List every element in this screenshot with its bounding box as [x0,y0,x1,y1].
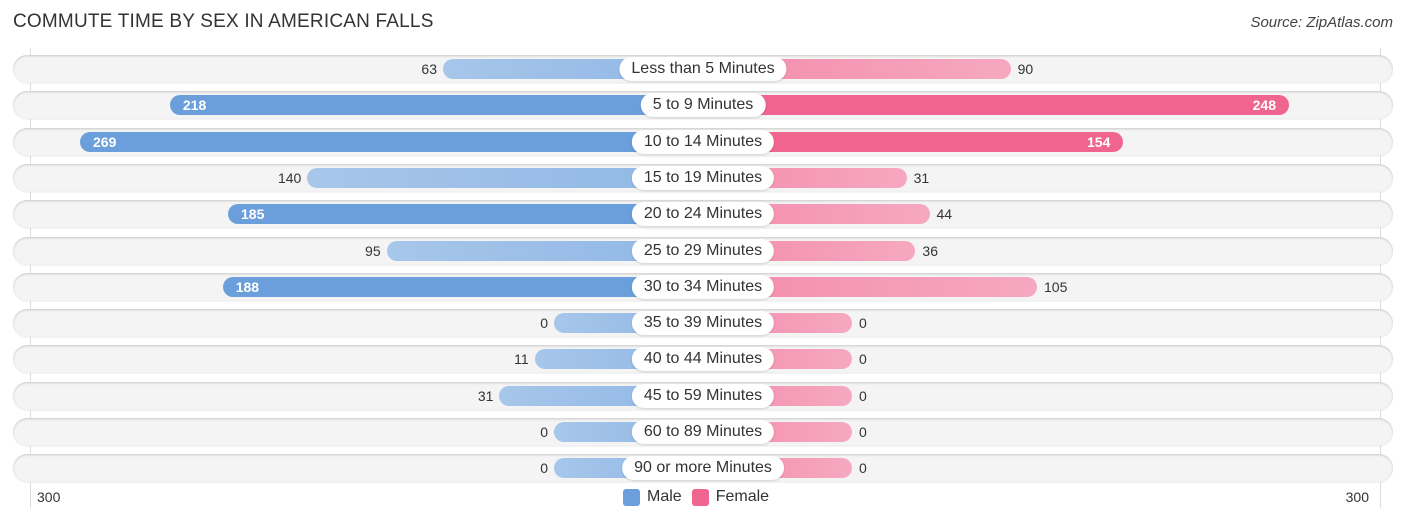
male-swatch [623,488,640,506]
female-value: 44 [936,206,953,223]
male-value: 0 [540,424,548,440]
male-value: 31 [477,387,494,404]
male-value: 11 [514,351,529,368]
female-value: 105 [1044,278,1068,295]
male-value: 140 [277,169,302,186]
legend-label-male: Male [647,488,682,505]
female-value: 0 [859,315,867,332]
category-label: 10 to 14 Minutes [631,129,775,154]
chart-source: Source: ZipAtlas.com [1250,14,1393,31]
female-value: 90 [1017,61,1034,77]
female-value: 0 [859,424,867,440]
male-value: 188 [235,278,260,295]
legend-item-male: Male [623,488,682,506]
category-label: Less than 5 Minutes [619,57,787,81]
male-value: 269 [93,133,117,150]
female-value: 31 [913,169,930,186]
female-swatch [691,488,709,506]
category-label: 25 to 29 Minutes [631,238,775,263]
male-value: 185 [241,206,265,223]
female-value: 154 [1087,133,1111,150]
category-label: 35 to 39 Minutes [631,311,775,336]
female-value: 36 [922,242,938,259]
left-axis-tick: 300 [37,489,61,505]
male-bar [80,131,703,152]
chart-title: COMMUTE TIME BY SEX IN AMERICAN FALLS [13,11,434,32]
male-value: 218 [182,97,207,114]
category-label: 60 to 89 Minutes [631,420,775,444]
male-value: 0 [540,460,548,477]
male-bar [169,95,703,116]
legend: Male Female [623,488,779,506]
female-value: 248 [1252,97,1276,114]
female-value: 0 [859,351,867,368]
female-value: 0 [859,387,867,404]
category-label: 90 or more Minutes [622,456,784,481]
chart-root: COMMUTE TIME BY SEX IN AMERICAN FALLS So… [0,0,1406,523]
category-label: 40 to 44 Minutes [631,347,775,372]
category-label: 30 to 34 Minutes [631,274,775,299]
legend-item-female: Female [691,488,770,506]
male-value: 0 [540,315,548,332]
right-axis-tick: 300 [1345,489,1369,505]
male-value: 95 [365,242,381,259]
category-label: 15 to 19 Minutes [631,165,775,190]
category-label: 20 to 24 Minutes [631,202,775,227]
female-value: 0 [859,460,867,477]
female-bar [703,95,1289,116]
legend-label-female: Female [715,488,770,505]
male-value: 63 [421,61,437,77]
category-label: 45 to 59 Minutes [631,383,775,408]
category-label: 5 to 9 Minutes [640,93,766,118]
